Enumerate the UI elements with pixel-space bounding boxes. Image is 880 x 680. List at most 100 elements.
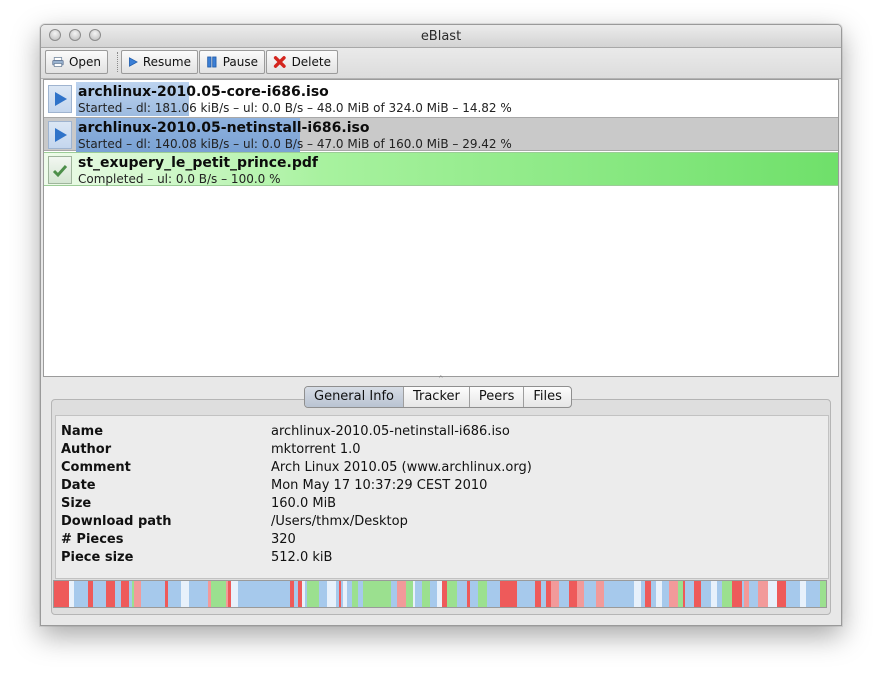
info-value: 320 — [271, 532, 296, 547]
torrent-status: Completed – ul: 0.0 B/s – 100.0 % — [78, 172, 281, 186]
piece-segment — [669, 581, 678, 607]
info-label: Size — [61, 496, 92, 511]
piece-segment — [151, 581, 160, 607]
tab-peers[interactable]: Peers — [470, 387, 525, 407]
piece-segment — [231, 581, 238, 607]
piece-segment — [397, 581, 406, 607]
piece-segment — [527, 581, 535, 607]
piece-segment — [777, 581, 786, 607]
piece-segment — [327, 581, 336, 607]
piece-segment — [612, 581, 621, 607]
play-icon — [48, 85, 72, 113]
pieces-bar — [53, 580, 827, 608]
window-title: eBlast — [420, 29, 462, 44]
piece-segment — [406, 581, 413, 607]
piece-segment — [621, 581, 628, 607]
piece-segment — [106, 581, 115, 607]
piece-segment — [694, 581, 701, 607]
torrent-row[interactable]: archlinux-2010.05-netinstall-i686.iso St… — [44, 117, 838, 152]
piece-segment — [217, 581, 226, 607]
piece-segment — [634, 581, 641, 607]
title-bar[interactable]: eBlast — [41, 25, 841, 48]
info-value: /Users/thmx/Desktop — [271, 514, 408, 529]
piece-segment — [447, 581, 457, 607]
info-label: Author — [61, 442, 112, 457]
piece-segment — [309, 581, 319, 607]
piece-segment — [478, 581, 487, 607]
toolbar-separator — [117, 52, 118, 72]
piece-segment — [238, 581, 247, 607]
piece-segment — [97, 581, 106, 607]
piece-segment — [171, 581, 181, 607]
torrent-status: Started – dl: 140.08 kiB/s – ul: 0.0 B/s… — [78, 137, 512, 151]
pause-button[interactable]: Pause — [199, 50, 265, 74]
piece-segment — [758, 581, 768, 607]
piece-segment — [487, 581, 496, 607]
piece-segment — [457, 581, 467, 607]
open-button[interactable]: Open — [45, 50, 108, 74]
piece-segment — [189, 581, 199, 607]
info-label: Download path — [61, 514, 172, 529]
info-value: archlinux-2010.05-netinstall-i686.iso — [271, 424, 510, 439]
torrent-row[interactable]: archlinux-2010.05-core-i686.iso Started … — [44, 82, 838, 116]
checkmark-icon — [48, 156, 72, 184]
piece-segment — [749, 581, 758, 607]
info-value: Arch Linux 2010.05 (www.archlinux.org) — [271, 460, 532, 475]
piece-segment — [363, 581, 372, 607]
info-value: 160.0 MiB — [271, 496, 337, 511]
piece-segment — [256, 581, 266, 607]
torrent-row[interactable]: st_exupery_le_petit_prince.pdf Completed… — [44, 152, 838, 186]
info-label: # Pieces — [61, 532, 124, 547]
piece-segment — [786, 581, 793, 607]
piece-segment — [768, 581, 777, 607]
info-value: Mon May 17 10:37:29 CEST 2010 — [271, 478, 488, 493]
info-label: Piece size — [61, 550, 134, 565]
piece-segment — [372, 581, 381, 607]
piece-segment — [276, 581, 285, 607]
info-label: Comment — [61, 460, 131, 475]
torrent-name: archlinux-2010.05-netinstall-i686.iso — [78, 120, 370, 136]
piece-segment — [381, 581, 391, 607]
delete-button[interactable]: Delete — [266, 50, 338, 74]
tab-files[interactable]: Files — [524, 387, 571, 407]
piece-segment — [577, 581, 584, 607]
info-label: Name — [61, 424, 104, 439]
app-window: eBlast Open Resume Pause Delete archlinu… — [40, 24, 842, 626]
play-icon — [48, 121, 72, 149]
tab-general-info[interactable]: General Info — [305, 387, 404, 407]
delete-label: Delete — [291, 55, 331, 69]
torrent-name: archlinux-2010.05-core-i686.iso — [78, 84, 329, 100]
piece-segment — [415, 581, 422, 607]
piece-segment — [247, 581, 256, 607]
piece-segment — [319, 581, 327, 607]
piece-segment — [422, 581, 430, 607]
general-info-table: Name archlinux-2010.05-netinstall-i686.i… — [55, 415, 829, 579]
pause-icon — [207, 56, 217, 68]
piece-segment — [517, 581, 527, 607]
piece-segment — [722, 581, 732, 607]
red-x-icon — [273, 56, 286, 68]
torrent-name: st_exupery_le_petit_prince.pdf — [78, 155, 318, 171]
piece-segment — [121, 581, 129, 607]
piece-segment — [266, 581, 276, 607]
piece-segment — [181, 581, 189, 607]
piece-segment — [732, 581, 742, 607]
resume-button[interactable]: Resume — [121, 50, 198, 74]
piece-segment — [470, 581, 478, 607]
tab-tracker[interactable]: Tracker — [404, 387, 470, 407]
open-label: Open — [68, 55, 101, 69]
piece-segment — [793, 581, 800, 607]
info-label: Date — [61, 478, 96, 493]
torrent-list[interactable]: archlinux-2010.05-core-i686.iso Started … — [43, 79, 839, 377]
detail-tabs: General Info Tracker Peers Files — [304, 386, 572, 408]
piece-segment — [134, 581, 141, 607]
splitter-handle[interactable]: ⌃ — [437, 375, 445, 385]
pause-label: Pause — [222, 55, 258, 69]
piece-segment — [569, 581, 577, 607]
piece-segment — [54, 581, 64, 607]
play-icon — [129, 57, 138, 67]
piece-segment — [820, 581, 826, 607]
piece-segment — [596, 581, 604, 607]
piece-segment — [78, 581, 88, 607]
torrent-status: Started – dl: 181.06 kiB/s – ul: 0.0 B/s… — [78, 101, 512, 115]
